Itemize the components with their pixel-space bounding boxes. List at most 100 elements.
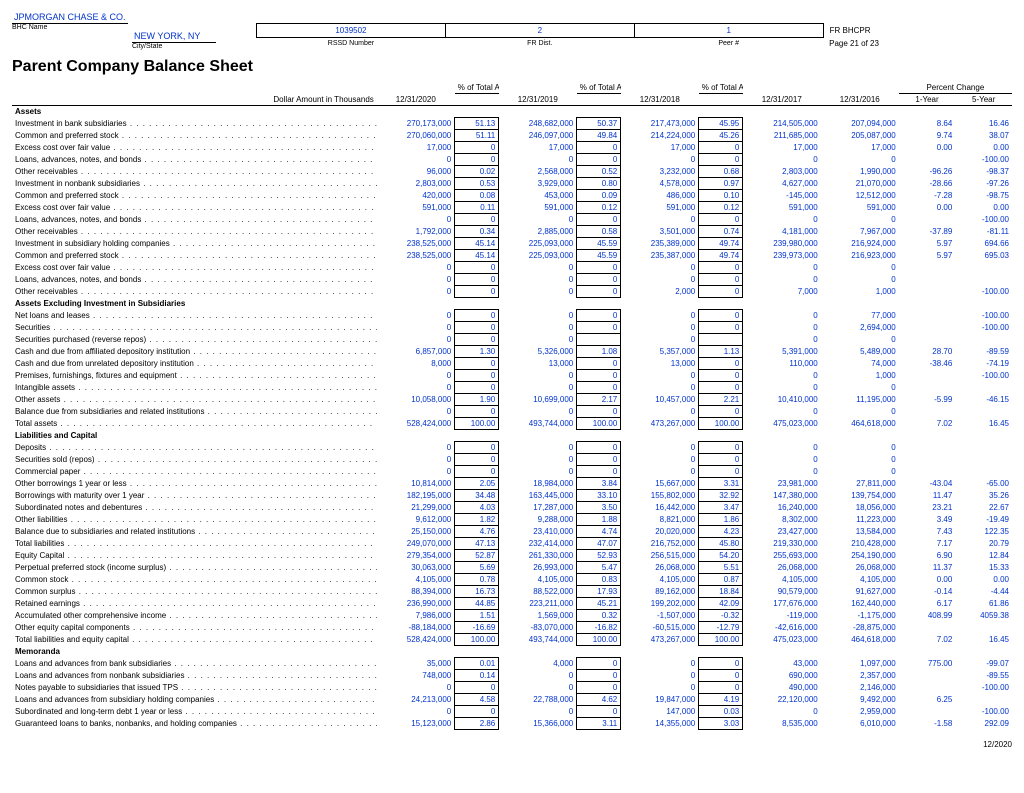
cell: 110,000 <box>743 358 821 370</box>
cell: 0 <box>455 262 499 274</box>
cell: 30,063,000 <box>377 562 455 574</box>
cell: 0 <box>455 286 499 298</box>
cell: 12.84 <box>955 550 1012 562</box>
row-label: Commercial paper <box>12 466 377 478</box>
balance-sheet-table: Dollar Amount in Thousands 12/31/2020 % … <box>12 82 1012 730</box>
cell: 4.03 <box>455 502 499 514</box>
cell: 0 <box>821 274 899 286</box>
cell: 1.08 <box>577 346 621 358</box>
cell: 0 <box>621 382 699 394</box>
cell: 0 <box>577 142 621 154</box>
cell: 4,105,000 <box>377 574 455 586</box>
table-row: Common and preferred stock238,525,00045.… <box>12 250 1012 262</box>
row-label: Common stock <box>12 574 377 586</box>
cell: 0.00 <box>899 574 956 586</box>
table-row: Loans, advances, notes, and bonds0000000… <box>12 274 1012 286</box>
cell: 408.99 <box>899 610 956 622</box>
cell <box>899 322 956 334</box>
cell: 270,060,000 <box>377 130 455 142</box>
cell: 1.86 <box>699 514 743 526</box>
cell: 0 <box>743 310 821 322</box>
table-row: Premises, furnishings, fixtures and equi… <box>12 370 1012 382</box>
y1-hdr: 1-Year <box>899 94 956 106</box>
cell: 0.32 <box>577 610 621 622</box>
cell: 11.37 <box>899 562 956 574</box>
cell: -5.99 <box>899 394 956 406</box>
cell: 74,000 <box>821 358 899 370</box>
section-header: Memoranda <box>12 646 1012 658</box>
cell: 0.02 <box>455 166 499 178</box>
cell: 44.85 <box>455 598 499 610</box>
cell: 0 <box>699 358 743 370</box>
cell: -88,184,000 <box>377 622 455 634</box>
cell: 13,584,000 <box>821 526 899 538</box>
cell: 19,847,000 <box>621 694 699 706</box>
cell: 0 <box>699 442 743 454</box>
cell: 15,123,000 <box>377 718 455 730</box>
row-label: Excess cost over fair value <box>12 142 377 154</box>
cell: 216,752,000 <box>621 538 699 550</box>
cell: 0.00 <box>955 574 1012 586</box>
cell: 16,240,000 <box>743 502 821 514</box>
cell: 10,814,000 <box>377 478 455 490</box>
cell: 4,105,000 <box>499 574 577 586</box>
cell: 0 <box>377 442 455 454</box>
cell: 0 <box>821 334 899 346</box>
page-title: Parent Company Balance Sheet <box>12 58 1012 76</box>
cell: 7,986,000 <box>377 610 455 622</box>
cell: 2,146,000 <box>821 682 899 694</box>
cell: 0.97 <box>699 178 743 190</box>
cell: 0 <box>455 358 499 370</box>
cell: 0 <box>577 442 621 454</box>
cell: 2.17 <box>577 394 621 406</box>
cell: 147,380,000 <box>743 490 821 502</box>
cell: -0.14 <box>899 586 956 598</box>
cell: 51.11 <box>455 130 499 142</box>
cell: 88,394,000 <box>377 586 455 598</box>
table-row: Borrowings with maturity over 1 year182,… <box>12 490 1012 502</box>
cell: 4.76 <box>455 526 499 538</box>
cell <box>899 154 956 166</box>
cell: 17,000 <box>743 142 821 154</box>
cell: 0 <box>743 322 821 334</box>
cell: -1.58 <box>899 718 956 730</box>
cell: 45.14 <box>455 238 499 250</box>
cell: 9,612,000 <box>377 514 455 526</box>
cell: 0 <box>621 406 699 418</box>
cell: 0 <box>699 286 743 298</box>
cell <box>955 334 1012 346</box>
cell: 0 <box>821 154 899 166</box>
row-label: Investment in bank subsidiaries <box>12 118 377 130</box>
row-label: Net loans and leases <box>12 310 377 322</box>
cell: 0 <box>743 442 821 454</box>
cell: 21,070,000 <box>821 178 899 190</box>
cell: 232,414,000 <box>499 538 577 550</box>
cell: 0 <box>621 658 699 670</box>
cell: 0 <box>577 466 621 478</box>
row-label: Loans, advances, notes, and bonds <box>12 214 377 226</box>
cell: 0 <box>377 454 455 466</box>
cell: 493,744,000 <box>499 634 577 646</box>
row-label: Loans, advances, notes, and bonds <box>12 274 377 286</box>
row-label: Common surplus <box>12 586 377 598</box>
row-label: Borrowings with maturity over 1 year <box>12 490 377 502</box>
cell: 10,699,000 <box>499 394 577 406</box>
cell: 0 <box>577 274 621 286</box>
row-label: Securities purchased (reverse repos) <box>12 334 377 346</box>
cell: 26,068,000 <box>743 562 821 574</box>
row-label: Other receivables <box>12 226 377 238</box>
cell: 4.19 <box>699 694 743 706</box>
cell: 3,501,000 <box>621 226 699 238</box>
cell: 5.51 <box>699 562 743 574</box>
cell: 177,676,000 <box>743 598 821 610</box>
cell: 96,000 <box>377 166 455 178</box>
cell: -98.75 <box>955 190 1012 202</box>
cell: 52.93 <box>577 550 621 562</box>
row-label: Total liabilities and equity capital <box>12 634 377 646</box>
cell: 0 <box>455 682 499 694</box>
cell: 214,505,000 <box>743 118 821 130</box>
cell: 4,578,000 <box>621 178 699 190</box>
cell: 11,223,000 <box>821 514 899 526</box>
table-row: Subordinated notes and debentures21,299,… <box>12 502 1012 514</box>
cell: 18.84 <box>699 586 743 598</box>
